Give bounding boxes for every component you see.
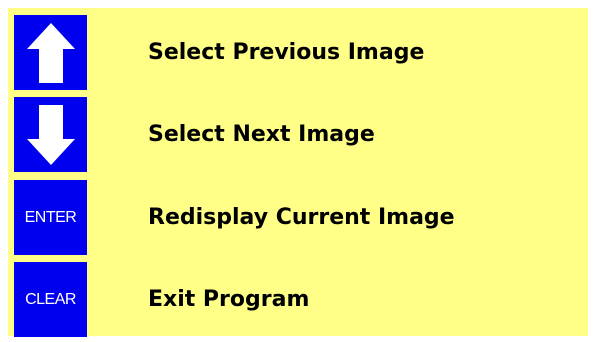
enter-key[interactable]: ENTER	[14, 180, 87, 255]
up-arrow-key[interactable]	[14, 15, 87, 90]
help-row-previous: Select Previous Image	[8, 15, 588, 93]
down-arrow-key[interactable]	[14, 97, 87, 172]
help-row-redisplay: ENTER Redisplay Current Image	[8, 180, 588, 258]
exit-program-label: Exit Program	[148, 287, 310, 312]
key-help-panel: Select Previous Image Select Next Image …	[8, 8, 588, 337]
redisplay-image-label: Redisplay Current Image	[148, 205, 455, 230]
previous-image-label: Select Previous Image	[148, 40, 425, 65]
clear-key[interactable]: CLEAR	[14, 262, 87, 337]
down-arrow-icon	[26, 104, 75, 165]
help-row-next: Select Next Image	[8, 97, 588, 175]
up-arrow-icon	[26, 22, 75, 83]
help-row-exit: CLEAR Exit Program	[8, 262, 588, 340]
next-image-label: Select Next Image	[148, 122, 375, 147]
